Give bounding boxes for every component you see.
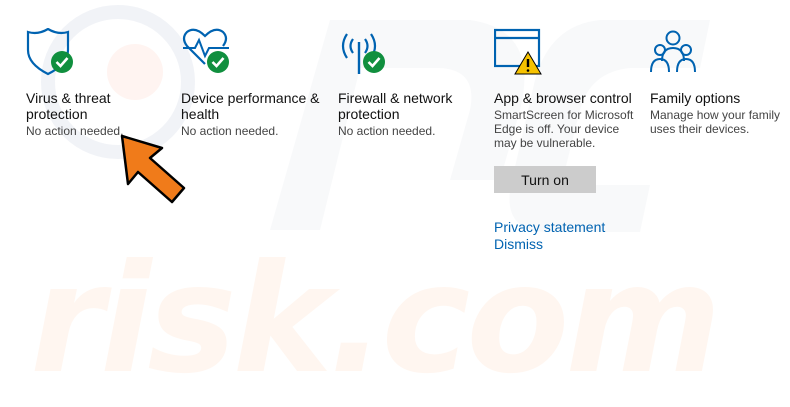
heart-pulse-check-icon [182,28,229,73]
browser-warning-icon [494,28,542,75]
dismiss-link[interactable]: Dismiss [494,236,543,252]
tile-title: Firewall & network protection [338,90,453,122]
tile-title: Device performance & health [181,90,320,122]
tile-status: Manage how your family uses their device… [650,108,781,136]
tile-title: App & browser control [494,90,632,106]
antenna-check-icon [341,33,385,74]
tile-status: SmartScreen for Microsoft Edge is off. Y… [494,108,634,150]
turn-on-button[interactable]: Turn on [494,166,596,193]
tile-title: Family options [650,90,741,106]
watermark-text: risk.com [30,233,722,407]
tile-title: Virus & threat protection [26,90,111,122]
pointer-arrow-icon [120,134,186,204]
shield-check-icon [26,28,73,76]
privacy-statement-link[interactable]: Privacy statement [494,219,605,235]
family-icon [650,30,696,73]
tile-status: No action needed. [181,124,279,138]
tile-status: No action needed. [338,124,436,138]
